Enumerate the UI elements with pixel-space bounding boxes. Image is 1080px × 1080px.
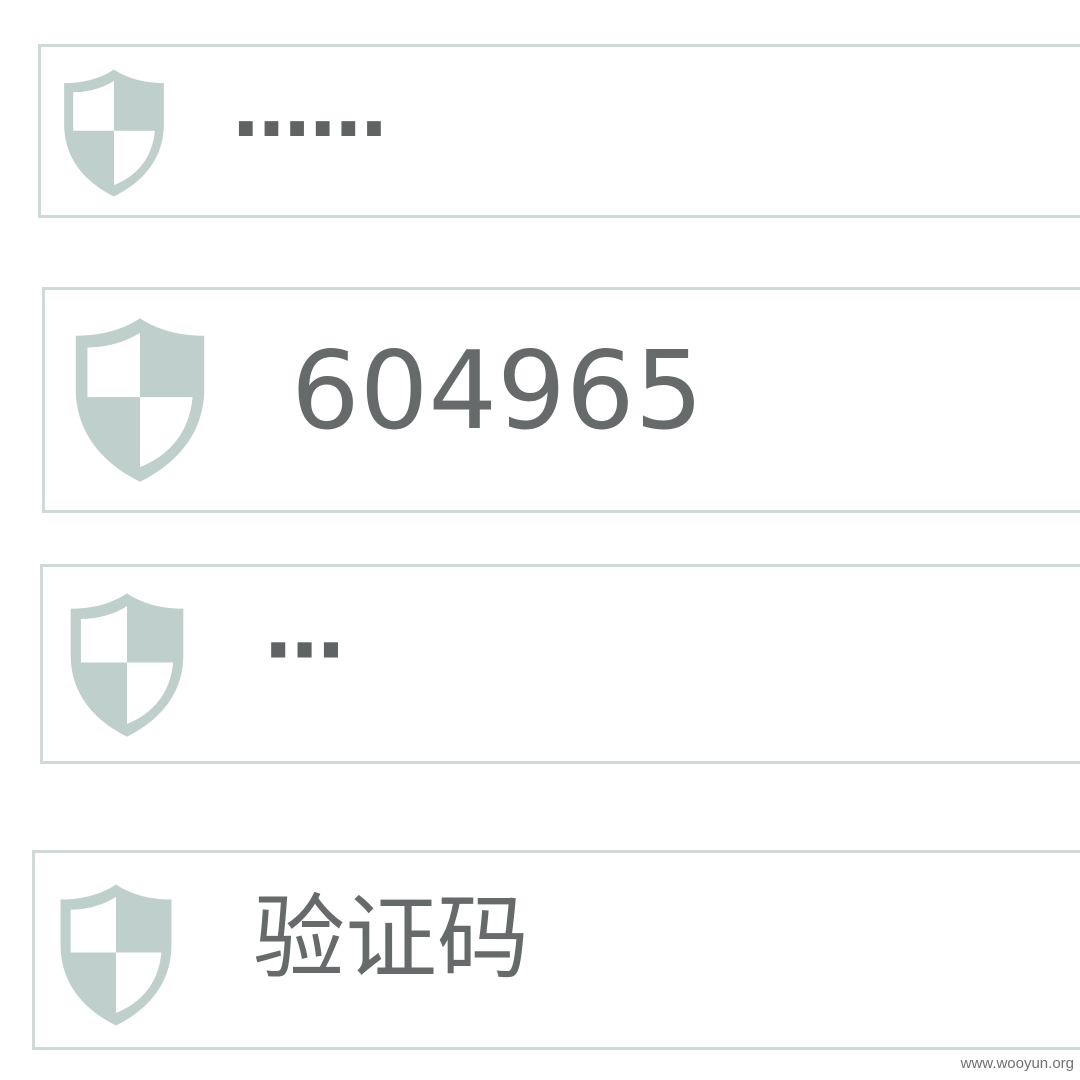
account-field[interactable]: 604965 <box>42 287 1080 513</box>
password-field[interactable]: ······ <box>38 44 1080 218</box>
shield-icon <box>75 318 205 482</box>
pin-value: ··· <box>263 604 346 697</box>
watermark: www.wooyun.org <box>960 1055 1074 1072</box>
shield-icon <box>70 593 184 737</box>
password-value: ······ <box>231 85 389 175</box>
account-value: 604965 <box>291 329 704 454</box>
shield-icon <box>60 884 172 1026</box>
shield-icon <box>64 69 164 197</box>
verification-code-field[interactable]: 验证码 <box>32 850 1080 1050</box>
pin-field[interactable]: ··· <box>40 564 1080 764</box>
verification-code-placeholder: 验证码 <box>253 885 530 992</box>
